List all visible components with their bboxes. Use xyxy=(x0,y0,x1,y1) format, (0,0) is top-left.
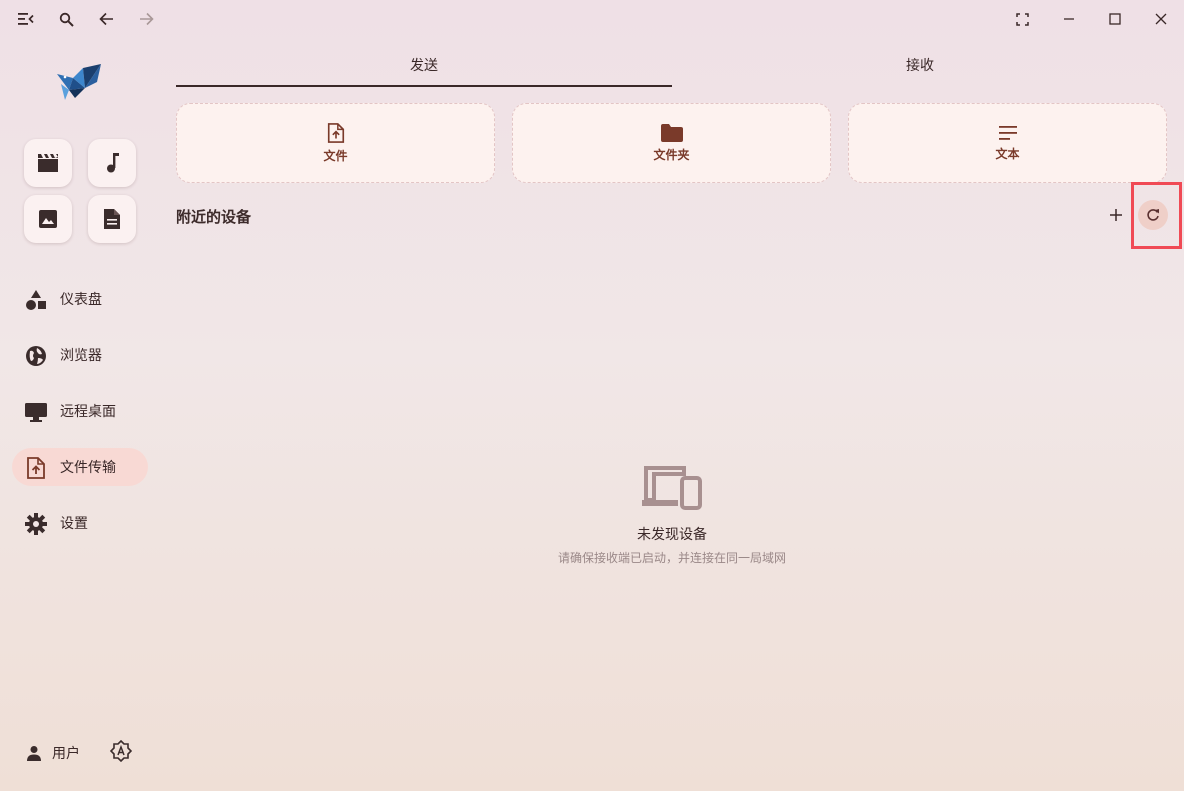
empty-state-title: 未发现设备 xyxy=(637,527,707,543)
maximize-icon xyxy=(1109,13,1121,25)
minimize-icon xyxy=(1063,13,1075,25)
quick-document-button[interactable] xyxy=(88,195,136,243)
music-icon xyxy=(105,153,119,173)
nav-label: 仪表盘 xyxy=(60,292,102,308)
file-upload-icon xyxy=(25,457,47,479)
empty-state-illustration xyxy=(642,466,704,510)
quick-image-button[interactable] xyxy=(24,195,72,243)
text-lines-icon xyxy=(998,125,1018,141)
user-label: 用户 xyxy=(52,746,80,762)
search-icon xyxy=(59,12,74,27)
gear-icon xyxy=(25,513,47,535)
tab-receive[interactable]: 接收 xyxy=(672,44,1168,86)
theme-button[interactable] xyxy=(110,740,136,766)
plus-icon xyxy=(1104,202,1128,228)
fullscreen-button[interactable] xyxy=(1007,7,1037,31)
forward-button[interactable] xyxy=(133,7,159,31)
fullscreen-icon xyxy=(1015,12,1029,26)
paper-bird-logo-icon xyxy=(53,60,107,104)
user-button[interactable]: 用户 xyxy=(26,740,80,766)
nav-label: 远程桌面 xyxy=(60,404,116,420)
monitor-icon xyxy=(25,401,47,423)
nearby-devices-title: 附近的设备 xyxy=(176,208,252,226)
nav-item-browser[interactable]: 浏览器 xyxy=(12,336,148,374)
video-icon xyxy=(38,154,58,172)
send-file-card[interactable]: 文件 xyxy=(176,103,495,183)
active-tab-indicator xyxy=(176,85,672,87)
nav-label: 浏览器 xyxy=(60,348,102,364)
search-button[interactable] xyxy=(53,7,79,31)
nav-item-remote-desktop[interactable]: 远程桌面 xyxy=(12,392,148,430)
menu-collapse-button[interactable] xyxy=(13,7,39,31)
nav-label: 设置 xyxy=(60,516,88,532)
app-logo xyxy=(53,60,107,104)
refresh-button[interactable] xyxy=(1138,200,1168,230)
nav-item-dashboard[interactable]: 仪表盘 xyxy=(12,280,148,318)
tab-label: 发送 xyxy=(410,58,438,74)
send-folder-card[interactable]: 文件夹 xyxy=(512,103,831,183)
close-button[interactable] xyxy=(1146,7,1176,31)
forward-arrow-icon xyxy=(139,12,154,26)
globe-icon xyxy=(25,345,47,367)
send-text-card[interactable]: 文本 xyxy=(848,103,1167,183)
devices-icon xyxy=(642,466,702,510)
shapes-icon xyxy=(25,289,47,311)
refresh-icon xyxy=(1138,200,1168,230)
nav-label: 文件传输 xyxy=(60,460,116,476)
menu-collapse-icon xyxy=(18,12,34,26)
send-option-label: 文件 xyxy=(323,148,348,163)
tab-send[interactable]: 发送 xyxy=(176,44,672,86)
send-option-label: 文本 xyxy=(995,146,1020,161)
back-arrow-icon xyxy=(98,12,114,26)
back-button[interactable] xyxy=(93,7,119,31)
quick-music-button[interactable] xyxy=(88,139,136,187)
folder-icon xyxy=(660,123,683,142)
file-upload-icon xyxy=(327,122,345,143)
add-device-button[interactable] xyxy=(1104,202,1128,228)
auto-brightness-icon xyxy=(110,740,132,762)
quick-video-button[interactable] xyxy=(24,139,72,187)
tab-label: 接收 xyxy=(906,58,934,74)
empty-state-subtitle: 请确保接收端已启动，并连接在同一局域网 xyxy=(557,551,786,565)
send-option-label: 文件夹 xyxy=(653,147,690,162)
minimize-button[interactable] xyxy=(1054,7,1084,31)
document-icon xyxy=(104,209,120,229)
title-bar xyxy=(0,0,1184,38)
image-icon xyxy=(39,210,57,228)
person-icon xyxy=(26,745,42,761)
nav-item-settings[interactable]: 设置 xyxy=(12,504,148,542)
nav-item-file-transfer[interactable]: 文件传输 xyxy=(12,448,148,486)
maximize-button[interactable] xyxy=(1100,7,1130,31)
close-icon xyxy=(1155,13,1167,25)
